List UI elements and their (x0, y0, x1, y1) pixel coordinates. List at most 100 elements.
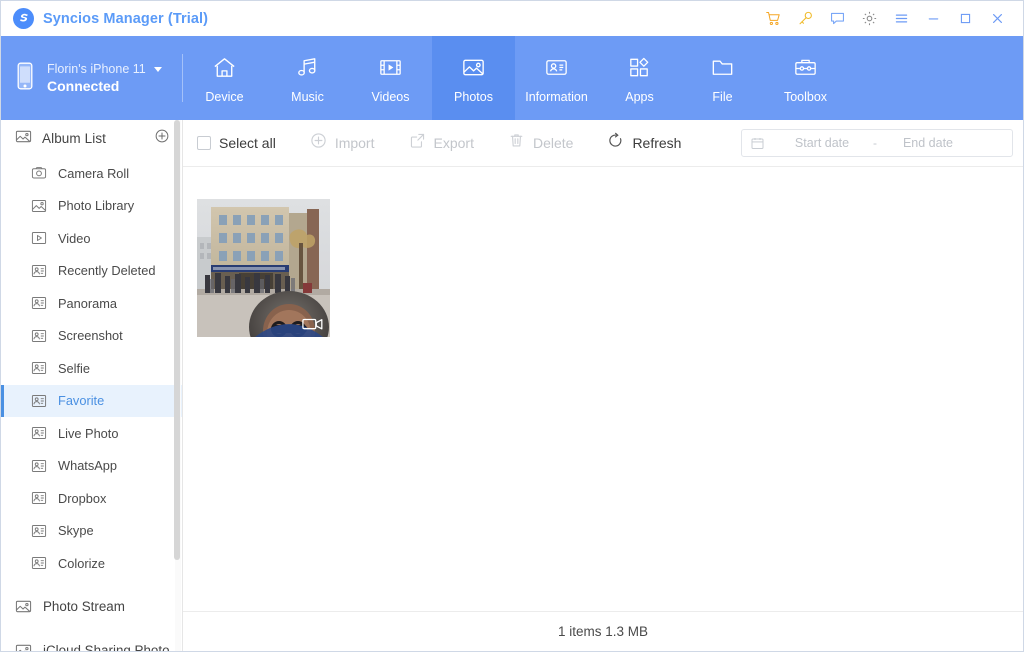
syncios-window: Syncios Manager (Trial) Florin's iPhone … (0, 0, 1024, 652)
album-list-header: Album List (1, 120, 182, 157)
sidebar-item-colorize[interactable]: Colorize (1, 547, 182, 580)
tab-toolbox[interactable]: Toolbox (764, 36, 847, 120)
sidebar-item-video[interactable]: Video (1, 222, 182, 255)
sidebar-item-selfie[interactable]: Selfie (1, 352, 182, 385)
tab-photos[interactable]: Photos (432, 36, 515, 120)
tab-label: Music (291, 90, 324, 104)
sidebar-item-label: Panorama (58, 295, 118, 311)
sidebar-item-screenshot[interactable]: Screenshot (1, 320, 182, 353)
album-icon (31, 263, 47, 279)
refresh-icon (607, 132, 624, 154)
calendar-icon (750, 136, 766, 151)
tab-label: Toolbox (783, 90, 828, 104)
app-title: Syncios Manager (Trial) (43, 10, 209, 27)
menu-icon[interactable] (885, 4, 917, 34)
select-all-button[interactable]: Select all (197, 135, 276, 151)
sidebar-scrollbar-thumb[interactable] (174, 120, 180, 560)
sidebar-item-live-photo[interactable]: Live Photo (1, 417, 182, 450)
start-date-input[interactable] (778, 136, 866, 150)
sidebar-item-label: Recently Deleted (58, 263, 156, 279)
export-label: Export (433, 135, 474, 151)
toolbox-icon (792, 52, 819, 82)
photo-thumbnail[interactable] (197, 199, 330, 337)
device-name-row: Florin's iPhone 11 (47, 62, 162, 76)
sidebar-item-label: Colorize (58, 555, 105, 571)
tab-label: Videos (371, 90, 410, 104)
video-camera-icon (302, 317, 324, 331)
message-icon[interactable] (821, 4, 853, 34)
select-all-label: Select all (219, 135, 276, 151)
sidebar-item-label: iCloud Sharing Photo (43, 642, 170, 651)
phone-icon (15, 61, 37, 96)
sidebar-item-label: Live Photo (58, 425, 119, 441)
sidebar-item-skype[interactable]: Skype (1, 515, 182, 548)
main-navigation-bar: Florin's iPhone 11 Connected Device Musi… (1, 36, 1023, 120)
end-date-input[interactable] (884, 136, 972, 150)
nav-tabs: Device Music Videos Photos Information A… (183, 36, 847, 120)
album-list-label: Album List (42, 131, 107, 146)
device-name: Florin's iPhone 11 (47, 62, 146, 76)
key-icon[interactable] (789, 4, 821, 34)
plus-circle-icon[interactable] (154, 128, 170, 149)
photo-icon (460, 52, 487, 82)
delete-label: Delete (532, 135, 574, 151)
home-icon (211, 52, 238, 82)
main-panel: Select all Import Export Delete Refresh … (183, 120, 1023, 651)
sidebar-scrollbar-track[interactable] (174, 120, 181, 651)
tab-information[interactable]: Information (515, 36, 598, 120)
tab-videos[interactable]: Videos (349, 36, 432, 120)
close-icon[interactable] (981, 4, 1013, 34)
date-range-separator: - (873, 136, 877, 150)
export-button[interactable]: Export (409, 132, 474, 154)
photos-toolbar: Select all Import Export Delete Refresh … (183, 120, 1023, 167)
plus-circle-icon (310, 132, 327, 154)
sidebar-item-label: WhatsApp (58, 458, 118, 474)
maximize-icon[interactable] (949, 4, 981, 34)
sidebar-item-recently-deleted[interactable]: Recently Deleted (1, 255, 182, 288)
status-text: 1 items 1.3 MB (557, 624, 649, 639)
sidebar-item-camera-roll[interactable]: Camera Roll (1, 157, 182, 190)
tab-label: Photos (454, 90, 493, 104)
import-button[interactable]: Import (310, 132, 375, 154)
sidebar-item-label: Favorite (58, 393, 105, 409)
tab-file[interactable]: File (681, 36, 764, 120)
tab-apps[interactable]: Apps (598, 36, 681, 120)
album-sidebar-scroll: Album List Camera Roll Photo Library Vid… (1, 120, 182, 651)
sidebar-item-label: Selfie (58, 360, 91, 376)
checkbox-icon[interactable] (197, 136, 211, 150)
date-range-filter[interactable]: - (741, 129, 1013, 157)
minimize-icon[interactable] (917, 4, 949, 34)
sidebar-item-favorite[interactable]: Favorite (1, 384, 182, 417)
sidebar-item-label: Dropbox (58, 490, 107, 506)
title-bar: Syncios Manager (Trial) (1, 1, 1023, 36)
body: Album List Camera Roll Photo Library Vid… (1, 120, 1023, 651)
device-selector[interactable]: Florin's iPhone 11 Connected (1, 36, 183, 120)
refresh-button[interactable]: Refresh (607, 132, 681, 154)
tab-device[interactable]: Device (183, 36, 266, 120)
delete-button[interactable]: Delete (508, 132, 573, 154)
sidebar-item-label: Skype (58, 523, 94, 539)
tab-label: File (712, 90, 733, 104)
cart-icon[interactable] (757, 4, 789, 34)
sidebar-item-label: Photo Library (58, 198, 135, 214)
sidebar-item-photo-stream[interactable]: Photo Stream (1, 591, 182, 624)
album-icon (31, 295, 47, 311)
gear-icon[interactable] (853, 4, 885, 34)
album-icon (31, 523, 47, 539)
sidebar-item-label: Video (58, 230, 91, 246)
syncios-logo-icon (13, 8, 34, 29)
film-play-icon (377, 52, 404, 82)
chevron-down-icon[interactable] (153, 66, 162, 72)
sidebar-item-whatsapp[interactable]: WhatsApp (1, 450, 182, 483)
sidebar-item-panorama[interactable]: Panorama (1, 287, 182, 320)
folder-icon (709, 52, 736, 82)
sidebar-item-photo-library[interactable]: Photo Library (1, 190, 182, 223)
tab-music[interactable]: Music (266, 36, 349, 120)
album-icon (31, 360, 47, 376)
sidebar-item-icloud-sharing-photo[interactable]: iCloud Sharing Photo (1, 634, 182, 651)
sidebar-item-dropbox[interactable]: Dropbox (1, 482, 182, 515)
tab-label: Device (205, 90, 244, 104)
refresh-label: Refresh (632, 135, 682, 151)
